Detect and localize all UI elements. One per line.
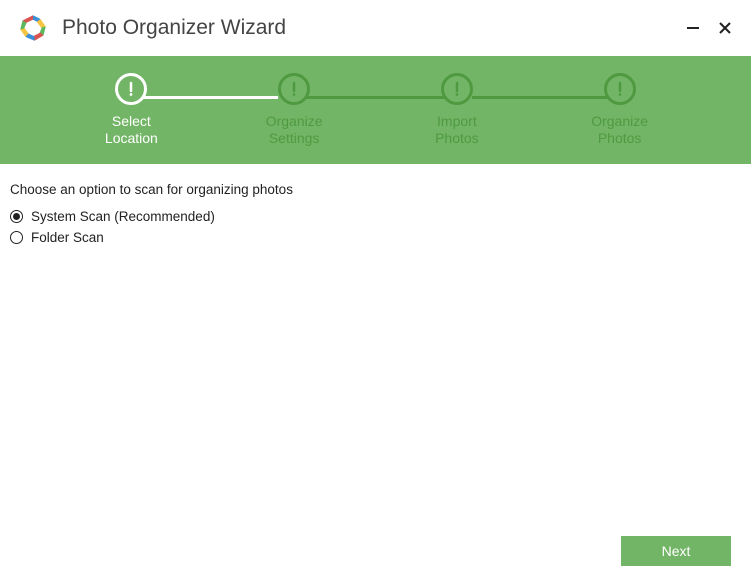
content-area: Choose an option to scan for organizing …	[0, 164, 751, 269]
step-label: Organize Photos	[591, 113, 648, 148]
close-button[interactable]	[709, 12, 741, 44]
radio-icon	[10, 210, 23, 223]
radio-label: System Scan (Recommended)	[31, 209, 215, 224]
next-button[interactable]: Next	[621, 536, 731, 566]
page-title: Photo Organizer Wizard	[62, 16, 677, 40]
scan-prompt: Choose an option to scan for organizing …	[10, 182, 741, 197]
radio-label: Folder Scan	[31, 230, 104, 245]
step-label: Select Location	[105, 113, 158, 148]
close-icon	[718, 21, 732, 35]
step-organize-photos: Organize Photos	[560, 73, 680, 148]
step-label: Import Photos	[435, 113, 479, 148]
radio-system-scan[interactable]: System Scan (Recommended)	[10, 209, 741, 224]
app-logo-icon	[18, 13, 48, 43]
exclamation-icon	[441, 73, 473, 105]
minimize-icon	[686, 21, 700, 35]
radio-folder-scan[interactable]: Folder Scan	[10, 230, 741, 245]
step-organize-settings: Organize Settings	[234, 73, 354, 148]
minimize-button[interactable]	[677, 12, 709, 44]
radio-icon	[10, 231, 23, 244]
exclamation-icon	[278, 73, 310, 105]
step-import-photos: Import Photos	[397, 73, 517, 148]
wizard-stepper: Select Location Organize Settings Import…	[0, 56, 751, 164]
step-select-location: Select Location	[71, 73, 191, 148]
exclamation-icon	[115, 73, 147, 105]
exclamation-icon	[604, 73, 636, 105]
step-label: Organize Settings	[266, 113, 323, 148]
titlebar: Photo Organizer Wizard	[0, 0, 751, 56]
